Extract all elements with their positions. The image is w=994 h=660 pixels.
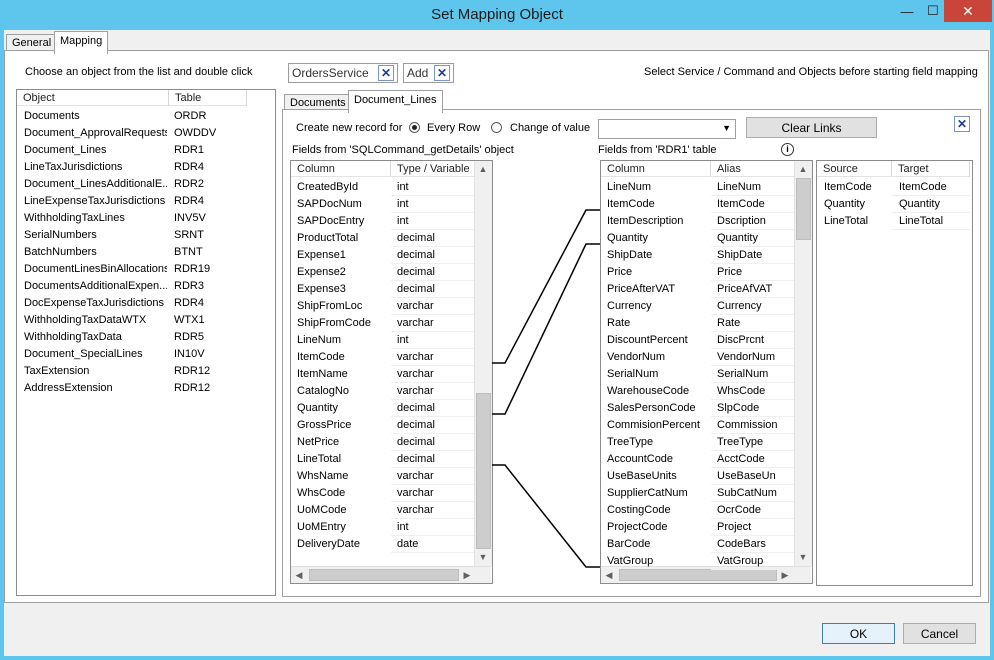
mapping-link-line[interactable] [492,243,600,415]
ok-button[interactable]: OK [822,623,895,644]
tab-document-lines[interactable]: Document_Lines [348,90,443,113]
mapping-link-line[interactable] [492,464,600,568]
tab-mapping[interactable]: Mapping [54,31,109,54]
mapping-link-line[interactable] [492,209,600,364]
cancel-button[interactable]: Cancel [903,623,976,644]
mapping-connectors [492,209,600,568]
